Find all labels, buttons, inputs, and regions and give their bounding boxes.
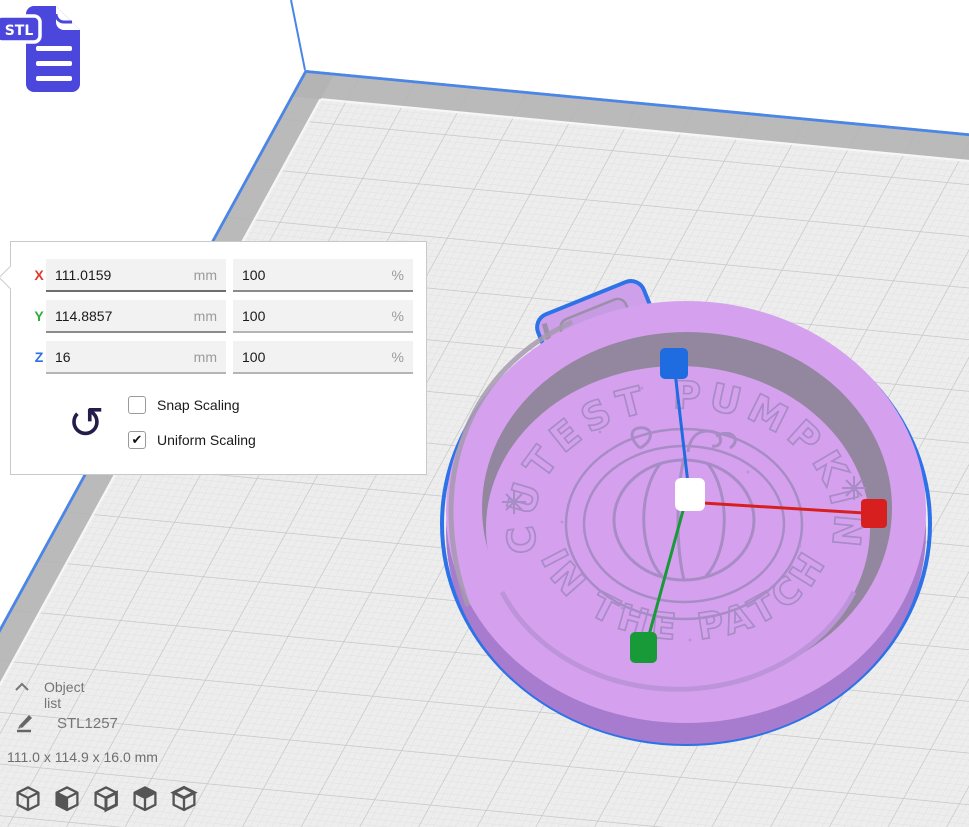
folded-corner <box>56 6 80 30</box>
z-percent-unit: % <box>391 348 404 365</box>
collapse-chevron-icon[interactable] <box>13 681 31 693</box>
scale-handle-y[interactable] <box>630 632 657 663</box>
view-left-button[interactable] <box>129 785 160 815</box>
y-mm-input[interactable]: 114.8857 mm <box>46 300 226 333</box>
x-mm-unit: mm <box>193 266 217 283</box>
scale-row-y: Y 114.8857 mm 100 % <box>11 300 426 333</box>
cube-right-face-icon <box>93 786 118 813</box>
model-dimensions-readout: 111.0 x 114.9 x 16.0 mm <box>7 749 158 765</box>
z-mm-input[interactable]: 16 mm <box>46 341 226 374</box>
scale-handle-z[interactable] <box>660 348 688 379</box>
view-3d-button[interactable] <box>12 785 43 815</box>
view-top-button[interactable] <box>90 785 121 815</box>
stl-file-icon: STL <box>0 0 92 100</box>
scale-handle-x[interactable] <box>861 499 887 528</box>
snap-scaling-row: Snap Scaling <box>128 395 240 415</box>
scale-tool-panel: X 111.0159 mm 100 % Y 114.8857 mm 100 % … <box>0 241 427 475</box>
reset-icon: ↺ <box>67 398 105 449</box>
y-percent-unit: % <box>391 307 404 324</box>
checkmark-icon: ✔ <box>131 432 143 447</box>
view-right-button[interactable] <box>168 785 199 815</box>
build-volume-corner-edge <box>290 0 306 71</box>
object-list-item-name[interactable]: STL1257 <box>57 715 118 732</box>
cube-top-face-icon <box>169 785 198 812</box>
cube-front-face-icon <box>54 786 79 812</box>
x-mm-input[interactable]: 111.0159 mm <box>46 259 226 292</box>
cube-left-face-icon <box>132 786 157 812</box>
edit-pencil-icon <box>17 715 32 733</box>
snap-scaling-label: Snap Scaling <box>157 397 240 413</box>
stl-badge-label: STL <box>5 23 34 39</box>
cube-wireframe-icon <box>15 786 40 812</box>
uniform-scaling-checkbox[interactable]: ✔ <box>128 431 146 449</box>
view-front-button[interactable] <box>51 785 82 815</box>
y-percent-input[interactable]: 100 % <box>233 300 413 333</box>
reset-scale-button[interactable]: ↺ <box>63 400 109 448</box>
camera-view-toolbar <box>12 785 199 815</box>
scale-row-z: Z 16 mm 100 % <box>11 341 426 374</box>
x-percent-unit: % <box>391 266 404 283</box>
z-mm-unit: mm <box>193 348 217 365</box>
uniform-scaling-label: Uniform Scaling <box>157 432 256 448</box>
uniform-scaling-row: ✔ Uniform Scaling <box>128 430 256 450</box>
scale-row-x: X 111.0159 mm 100 % <box>11 259 426 292</box>
scale-handle-center[interactable] <box>675 478 705 511</box>
x-percent-input[interactable]: 100 % <box>233 259 413 292</box>
snap-scaling-checkbox[interactable] <box>128 396 146 414</box>
object-list-header[interactable]: Object list <box>44 679 84 711</box>
z-percent-input[interactable]: 100 % <box>233 341 413 374</box>
y-mm-unit: mm <box>193 307 217 324</box>
